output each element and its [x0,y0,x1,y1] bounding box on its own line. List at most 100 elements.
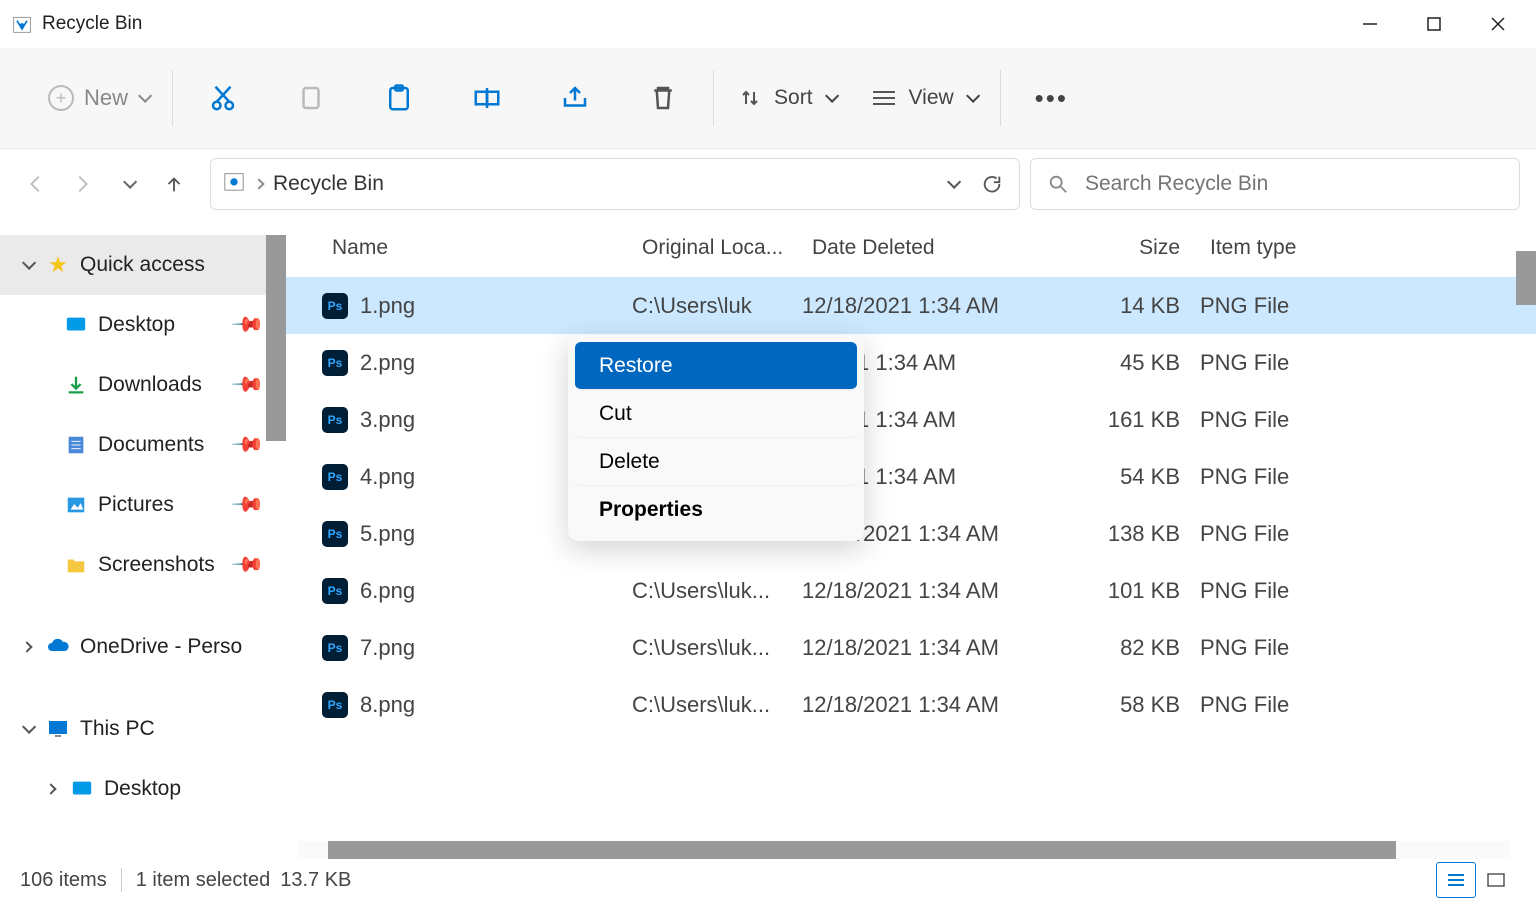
file-type: PNG File [1200,350,1380,376]
new-button[interactable]: + New [48,85,148,111]
up-button[interactable] [154,164,194,204]
more-button[interactable]: ••• [1035,83,1068,114]
file-row[interactable]: Ps4.png 8/2021 1:34 AM 54 KB PNG File [286,448,1536,505]
copy-button[interactable] [285,72,337,124]
file-name: 8.png [360,692,415,718]
file-name: 7.png [360,635,415,661]
file-size: 101 KB [1034,578,1200,604]
column-item-type[interactable]: ⌄Item type [1200,236,1380,260]
file-row[interactable]: Ps2.png 8/2021 1:34 AM 45 KB PNG File [286,334,1536,391]
paste-button[interactable] [373,72,425,124]
context-properties[interactable]: Properties [575,486,857,534]
sidebar-pictures[interactable]: Pictures 📌 [0,475,286,535]
folder-icon [64,553,88,577]
context-menu: Restore Cut Delete Properties [568,335,864,541]
file-size: 58 KB [1034,692,1200,718]
rename-button[interactable] [461,72,513,124]
pin-icon: 📌 [229,427,264,462]
chevron-right-icon [42,785,60,793]
file-row[interactable]: Ps7.png C:\Users\luk... 12/18/2021 1:34 … [286,619,1536,676]
column-name[interactable]: Name [322,236,632,260]
minimize-button[interactable] [1338,4,1402,44]
context-cut[interactable]: Cut [575,390,857,438]
file-size: 54 KB [1034,464,1200,490]
file-date: 12/18/2021 1:34 AM [802,578,1034,604]
file-location: C:\Users\luk [632,293,802,319]
search-bar[interactable] [1030,158,1520,210]
forward-button[interactable] [62,164,102,204]
photoshop-icon: Ps [322,692,348,718]
cut-button[interactable] [197,72,249,124]
horizontal-scrollbar[interactable] [298,841,1510,859]
file-row[interactable]: Ps8.png C:\Users\luk... 12/18/2021 1:34 … [286,676,1536,733]
context-restore[interactable]: Restore [575,342,857,390]
sidebar-this-pc[interactable]: This PC [0,699,286,759]
file-size: 138 KB [1034,521,1200,547]
file-row[interactable]: Ps1.png C:\Users\luk 12/18/2021 1:34 AM … [286,277,1536,334]
view-button[interactable]: View [871,86,976,110]
sidebar-scrollbar[interactable] [266,235,286,441]
window-controls [1338,4,1530,44]
column-size[interactable]: Size [1034,236,1200,260]
sidebar-screenshots[interactable]: Screenshots 📌 [0,535,286,595]
file-row[interactable]: Ps5.png C:\Users\luk... 12/18/2021 1:34 … [286,505,1536,562]
file-name: 5.png [360,521,415,547]
separator [121,868,122,892]
maximize-button[interactable] [1402,4,1466,44]
chevron-down-icon [18,724,36,734]
sidebar-label: Documents [98,433,204,457]
pc-icon [46,717,70,741]
share-button[interactable] [549,72,601,124]
sidebar-quick-access[interactable]: ★ Quick access [0,235,286,295]
sidebar-downloads[interactable]: Downloads 📌 [0,355,286,415]
file-type: PNG File [1200,293,1380,319]
sidebar-label: Desktop [104,777,181,801]
file-type: PNG File [1200,407,1380,433]
file-location: C:\Users\luk... [632,692,802,718]
recent-dropdown[interactable] [108,164,148,204]
chevron-down-icon [966,89,980,103]
sidebar-desktop-2[interactable]: Desktop [0,759,286,819]
back-button[interactable] [16,164,56,204]
file-size: 161 KB [1034,407,1200,433]
file-type: PNG File [1200,521,1380,547]
documents-icon [64,433,88,457]
sidebar-label: Desktop [98,313,175,337]
sort-button[interactable]: Sort [738,86,835,110]
chevron-right-icon [253,178,264,189]
photoshop-icon: Ps [322,578,348,604]
sidebar: ★ Quick access Desktop 📌 Downloads 📌 Doc… [0,219,286,859]
scrollbar-thumb[interactable] [328,841,1396,859]
file-type: PNG File [1200,635,1380,661]
file-date: 12/18/2021 1:34 AM [802,635,1034,661]
file-row[interactable]: Ps3.png 8/2021 1:34 AM 161 KB PNG File [286,391,1536,448]
details-view-toggle[interactable] [1436,862,1476,898]
pictures-icon [64,493,88,517]
breadcrumb[interactable]: Recycle Bin [273,172,384,196]
close-button[interactable] [1466,4,1530,44]
column-date-deleted[interactable]: Date Deleted [802,236,1034,260]
file-size: 82 KB [1034,635,1200,661]
address-dropdown[interactable] [937,179,967,189]
refresh-button[interactable] [977,173,1007,195]
status-size: 13.7 KB [280,869,351,892]
column-original-location[interactable]: Original Loca... [632,236,802,260]
sidebar-desktop[interactable]: Desktop 📌 [0,295,286,355]
window-title: Recycle Bin [42,13,1338,35]
search-input[interactable] [1085,172,1503,196]
sidebar-documents[interactable]: Documents 📌 [0,415,286,475]
sidebar-label: OneDrive - Perso [80,635,242,659]
sidebar-onedrive[interactable]: OneDrive - Perso [0,617,286,677]
delete-button[interactable] [637,72,689,124]
sidebar-label: This PC [80,717,155,741]
chevron-down-icon [18,260,36,270]
thumbnails-view-toggle[interactable] [1476,862,1516,898]
file-row[interactable]: Ps6.png C:\Users\luk... 12/18/2021 1:34 … [286,562,1536,619]
photoshop-icon: Ps [322,293,348,319]
address-bar[interactable]: Recycle Bin [210,158,1020,210]
search-icon [1047,173,1069,195]
pin-icon: 📌 [229,307,264,342]
context-delete[interactable]: Delete [575,438,857,486]
desktop-icon [70,777,94,801]
content-scrollbar[interactable] [1516,251,1536,305]
